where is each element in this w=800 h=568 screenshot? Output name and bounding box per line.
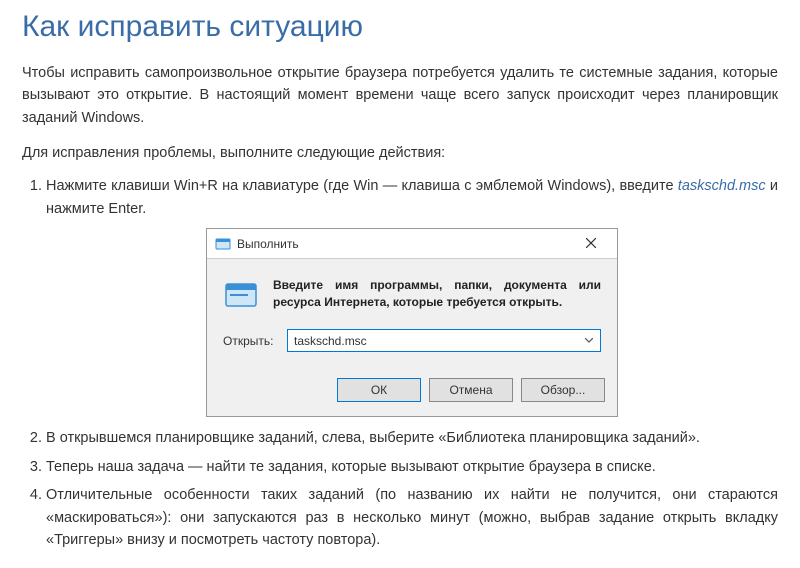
dialog-title: Выполнить [237, 235, 569, 254]
close-button[interactable] [569, 230, 613, 258]
dialog-titlebar: Выполнить [207, 229, 617, 259]
open-label: Открыть: [223, 332, 287, 351]
intro-paragraph: Чтобы исправить самопроизвольное открыти… [22, 62, 778, 129]
step-item: В открывшемся планировщике заданий, слев… [46, 427, 778, 449]
run-dialog-icon [223, 277, 259, 313]
step-text: Нажмите клавиши Win+R на клавиатуре (где… [46, 178, 678, 194]
cancel-button[interactable]: Отмена [429, 378, 513, 402]
open-combobox[interactable]: taskschd.msc [287, 329, 601, 352]
open-value: taskschd.msc [294, 332, 582, 351]
steps-list: Нажмите клавиши Win+R на клавиатуре (где… [22, 175, 778, 551]
dialog-body: Введите имя программы, папки, документа … [207, 259, 617, 378]
chevron-down-icon [582, 333, 596, 349]
dialog-container: Выполнить [46, 228, 778, 417]
instruction-paragraph: Для исправления проблемы, выполните след… [22, 145, 778, 161]
dialog-buttons: ОК Отмена Обзор... [207, 378, 617, 416]
dialog-description: Введите имя программы, папки, документа … [273, 277, 601, 311]
page-heading: Как исправить ситуацию [22, 10, 778, 44]
close-icon [586, 233, 596, 255]
ok-button[interactable]: ОК [337, 378, 421, 402]
command-text: taskschd.msc [678, 178, 766, 194]
browse-button[interactable]: Обзор... [521, 378, 605, 402]
run-titlebar-icon [215, 236, 231, 252]
step-item: Нажмите клавиши Win+R на клавиатуре (где… [46, 175, 778, 417]
step-item: Отличительные особенности таких заданий … [46, 484, 778, 551]
step-item: Теперь наша задача — найти те задания, к… [46, 456, 778, 478]
run-dialog: Выполнить [206, 228, 618, 417]
